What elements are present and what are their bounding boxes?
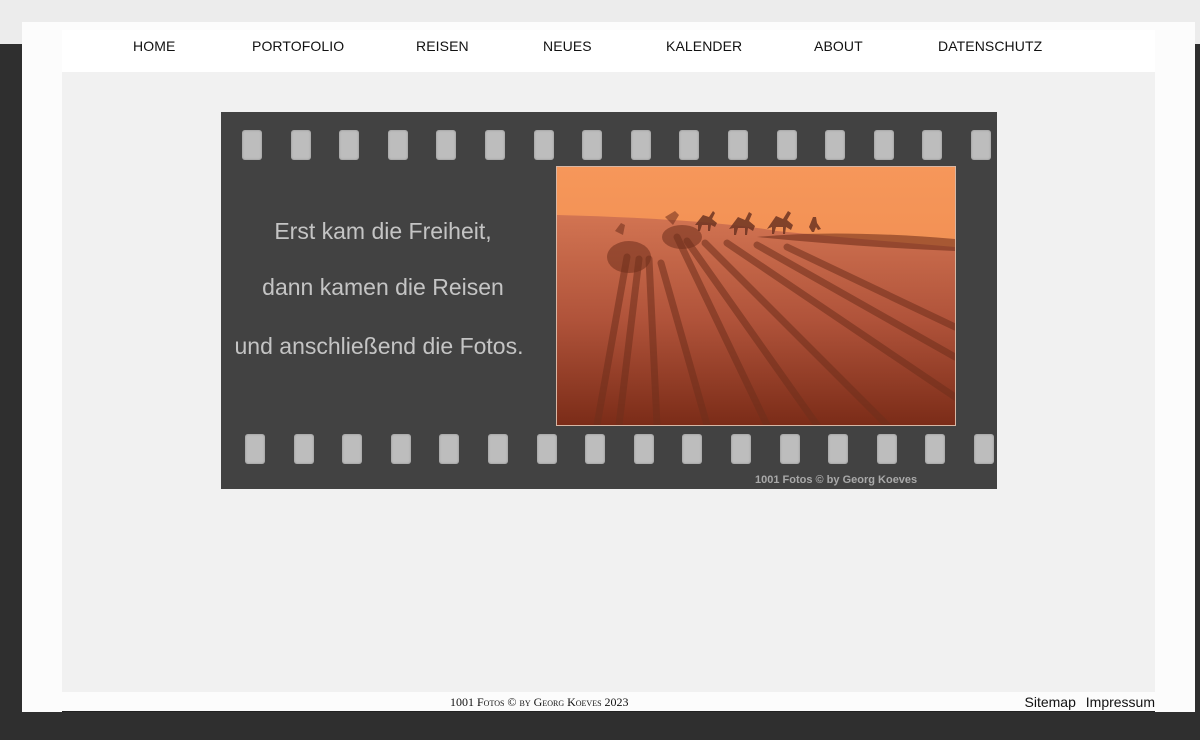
sprocket-hole xyxy=(488,434,508,464)
sprocket-hole xyxy=(873,130,894,160)
sprocket-hole xyxy=(290,130,311,160)
impressum-link[interactable]: Impressum xyxy=(1086,694,1155,710)
sprocket-hole xyxy=(731,434,751,464)
sprocket-hole xyxy=(679,130,700,160)
nav-reisen[interactable]: REISEN xyxy=(416,38,469,54)
sprocket-hole xyxy=(585,434,606,464)
sitemap-link[interactable]: Sitemap xyxy=(1025,694,1076,710)
nav-about[interactable]: ABOUT xyxy=(814,38,863,54)
sprocket-hole xyxy=(876,434,897,464)
sprocket-hole xyxy=(825,130,846,160)
sprocket-hole xyxy=(485,130,505,160)
photo-credit: 1001 Fotos © by Georg Koeves xyxy=(755,474,918,486)
nav-home[interactable]: HOME xyxy=(133,38,175,54)
sprocket-hole xyxy=(630,130,651,160)
sprocket-hole xyxy=(971,130,991,160)
page-container: HOME PORTOFOLIO REISEN NEUES KALENDER AB… xyxy=(22,22,1195,712)
sprocket-hole xyxy=(682,434,703,464)
desert-camel-photo xyxy=(556,166,956,426)
sprocket-hole xyxy=(245,434,265,464)
sprocket-hole xyxy=(293,434,314,464)
sprocket-hole xyxy=(242,130,262,160)
sprocket-hole xyxy=(633,434,654,464)
sprocket-hole xyxy=(536,434,557,464)
nav-datenschutz[interactable]: DATENSCHUTZ xyxy=(938,38,1042,54)
sprocket-hole xyxy=(779,434,800,464)
sprocket-hole xyxy=(439,434,460,464)
main-navigation: HOME PORTOFOLIO REISEN NEUES KALENDER AB… xyxy=(62,30,1155,72)
sprocket-hole xyxy=(974,434,994,464)
sprocket-hole xyxy=(582,130,603,160)
quote-line-1: Erst kam die Freiheit, xyxy=(274,218,492,244)
film-strip-banner: Erst kam die Freiheit, dann kamen die Re… xyxy=(221,112,997,489)
sprocket-hole xyxy=(339,130,360,160)
sprocket-hole xyxy=(436,130,457,160)
quote-line-3: und anschließend die Fotos. xyxy=(234,333,524,359)
quote-line-2: dann kamen die Reisen xyxy=(262,274,504,300)
sprocket-hole xyxy=(533,130,554,160)
sprocket-hole xyxy=(922,130,943,160)
sprocket-hole xyxy=(776,130,797,160)
nav-portfolio[interactable]: PORTOFOLIO xyxy=(252,38,344,54)
sprocket-hole xyxy=(828,434,849,464)
sprocket-hole xyxy=(342,434,363,464)
footer-links: Sitemap Impressum xyxy=(1019,694,1155,710)
footer-copyright: 1001 Fotos © by Georg Koeves 2023 xyxy=(450,695,629,709)
sprocket-hole xyxy=(387,130,408,160)
main-content: Erst kam die Freiheit, dann kamen die Re… xyxy=(62,72,1155,692)
sprocket-hole xyxy=(390,434,411,464)
sprocket-hole xyxy=(728,130,748,160)
footer-divider xyxy=(62,711,1155,712)
nav-neues[interactable]: NEUES xyxy=(543,38,592,54)
bottom-frame xyxy=(0,734,1200,740)
nav-kalender[interactable]: KALENDER xyxy=(666,38,742,54)
sprocket-hole xyxy=(925,434,946,464)
